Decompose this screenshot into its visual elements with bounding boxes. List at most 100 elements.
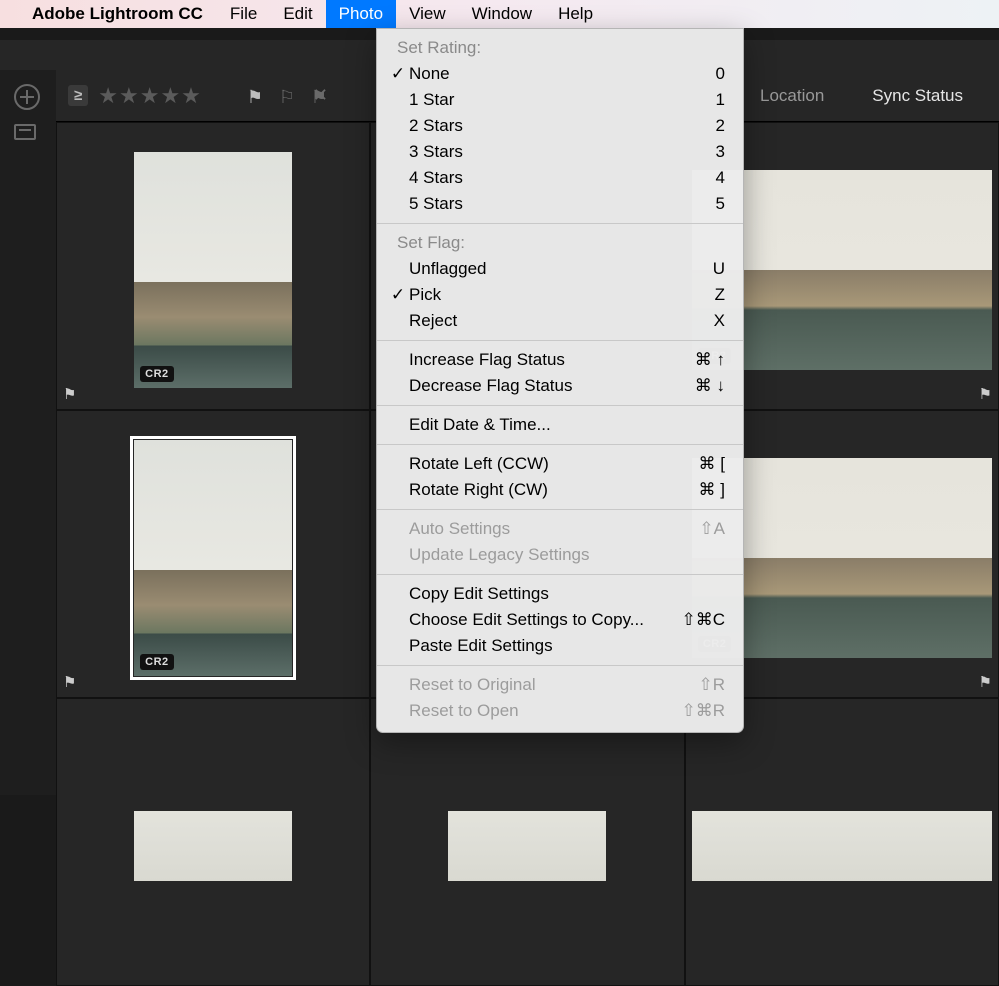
flag-filter-group: ⚑ ⚐ ⚑✕ — [247, 87, 333, 105]
add-photos-icon[interactable] — [14, 84, 40, 110]
menu-view[interactable]: View — [396, 0, 459, 28]
menu-item-label: Choose Edit Settings to Copy... — [409, 610, 681, 630]
menu-item-shortcut: ⇧R — [698, 675, 725, 695]
menu-item-shortcut: ⌘ ↑ — [695, 350, 725, 370]
menu-item-shortcut: 1 — [716, 90, 725, 110]
menu-file[interactable]: File — [217, 0, 270, 28]
menu-item-label: 2 Stars — [409, 116, 716, 136]
star-icon[interactable]: ★ — [140, 83, 160, 109]
menu-edit[interactable]: Edit — [270, 0, 325, 28]
menu-item-label: Paste Edit Settings — [409, 636, 725, 656]
menu-item-shortcut: 3 — [716, 142, 725, 162]
panels-icon[interactable] — [14, 124, 36, 140]
star-icon[interactable]: ★ — [181, 83, 201, 109]
menu-item-label: 4 Stars — [409, 168, 716, 188]
menu-item-label: Auto Settings — [409, 519, 699, 539]
menu-item-shortcut: ⇧A — [699, 519, 725, 539]
star-icon[interactable]: ★ — [160, 83, 180, 109]
menu-item-shortcut: 5 — [716, 194, 725, 214]
menu-item-shortcut: 4 — [716, 168, 725, 188]
menu-item[interactable]: 3 Stars3 — [377, 139, 743, 165]
menu-item: Reset to Open⇧⌘R — [377, 698, 743, 724]
menu-item[interactable]: UnflaggedU — [377, 256, 743, 282]
menu-item-label: Decrease Flag Status — [409, 376, 695, 396]
menu-item-label: None — [409, 64, 716, 84]
flag-pick-icon[interactable]: ⚑ — [247, 87, 269, 105]
tab-location[interactable]: Location — [736, 86, 848, 106]
menu-item-shortcut: 2 — [716, 116, 725, 136]
menu-item[interactable]: 2 Stars2 — [377, 113, 743, 139]
menu-section-header: Set Rating: — [377, 35, 743, 61]
menu-window[interactable]: Window — [459, 0, 545, 28]
file-type-badge: CR2 — [140, 654, 174, 670]
menu-item-shortcut: ⇧⌘C — [681, 610, 725, 630]
menu-item-label: Reset to Open — [409, 701, 681, 721]
menu-item[interactable]: Edit Date & Time... — [377, 412, 743, 438]
grid-cell[interactable]: CR2 ⚑ — [56, 410, 370, 698]
menu-item-shortcut: U — [713, 259, 725, 279]
flag-pick-icon: ⚑ — [63, 385, 76, 403]
menu-item[interactable]: Paste Edit Settings — [377, 633, 743, 659]
grid-cell[interactable] — [370, 698, 684, 986]
grid-cell[interactable] — [685, 698, 999, 986]
menu-item-label: Increase Flag Status — [409, 350, 695, 370]
menu-item[interactable]: 5 Stars5 — [377, 191, 743, 217]
star-icon[interactable]: ★ — [98, 83, 118, 109]
flag-pick-icon: ⚑ — [979, 673, 992, 691]
menu-item[interactable]: RejectX — [377, 308, 743, 334]
menu-item: Auto Settings⇧A — [377, 516, 743, 542]
thumbnail[interactable]: CR2 — [134, 152, 292, 388]
menu-item-label: Rotate Left (CCW) — [409, 454, 699, 474]
thumbnail[interactable] — [134, 811, 292, 881]
menu-section-header: Set Flag: — [377, 230, 743, 256]
menu-item-label: Update Legacy Settings — [409, 545, 725, 565]
menu-photo[interactable]: Photo — [326, 0, 396, 28]
menu-item-label: Rotate Right (CW) — [409, 480, 699, 500]
grid-cell[interactable] — [56, 698, 370, 986]
flag-pick-icon: ⚑ — [63, 673, 76, 691]
menu-item-label: 1 Star — [409, 90, 716, 110]
menu-item-shortcut: ⌘ ] — [699, 480, 725, 500]
menu-item-shortcut: X — [714, 311, 725, 331]
thumbnail-selected[interactable]: CR2 — [134, 440, 292, 676]
menu-item[interactable]: Rotate Left (CCW)⌘ [ — [377, 451, 743, 477]
thumbnail[interactable] — [692, 811, 992, 881]
menu-item-label: 5 Stars — [409, 194, 716, 214]
menu-item-label: Pick — [409, 285, 715, 305]
file-type-badge: CR2 — [140, 366, 174, 382]
menu-item-shortcut: ⌘ [ — [699, 454, 725, 474]
menu-item-label: Copy Edit Settings — [409, 584, 725, 604]
menu-item[interactable]: 1 Star1 — [377, 87, 743, 113]
menu-item-shortcut: Z — [715, 285, 725, 305]
mac-menubar: Adobe Lightroom CC File Edit Photo View … — [0, 0, 999, 28]
rating-filter-mode[interactable]: ≥ — [68, 85, 88, 106]
flag-reject-icon[interactable]: ⚑✕ — [311, 87, 333, 105]
photo-menu-dropdown: Set Rating:✓None01 Star12 Stars23 Stars3… — [376, 28, 744, 733]
star-icon[interactable]: ★ — [119, 83, 139, 109]
thumbnail[interactable] — [448, 811, 606, 881]
menu-item[interactable]: 4 Stars4 — [377, 165, 743, 191]
menu-item-label: Edit Date & Time... — [409, 415, 725, 435]
menu-item[interactable]: ✓None0 — [377, 61, 743, 87]
menu-help[interactable]: Help — [545, 0, 606, 28]
menu-item[interactable]: Copy Edit Settings — [377, 581, 743, 607]
menu-item-shortcut: 0 — [716, 64, 725, 84]
menu-item-label: Unflagged — [409, 259, 713, 279]
menu-item[interactable]: Increase Flag Status⌘ ↑ — [377, 347, 743, 373]
menu-item: Update Legacy Settings — [377, 542, 743, 568]
flag-pick-icon: ⚑ — [979, 385, 992, 403]
menu-item-label: 3 Stars — [409, 142, 716, 162]
app-name: Adobe Lightroom CC — [32, 4, 203, 24]
flag-unflagged-icon[interactable]: ⚐ — [279, 87, 301, 105]
grid-cell[interactable]: CR2 ⚑ — [56, 122, 370, 410]
menu-item[interactable]: Rotate Right (CW)⌘ ] — [377, 477, 743, 503]
menu-item[interactable]: Decrease Flag Status⌘ ↓ — [377, 373, 743, 399]
tab-sync-status[interactable]: Sync Status — [848, 86, 987, 106]
rating-filter-stars[interactable]: ★ ★ ★ ★ ★ — [98, 83, 201, 109]
menu-item[interactable]: Choose Edit Settings to Copy...⇧⌘C — [377, 607, 743, 633]
menu-item[interactable]: ✓PickZ — [377, 282, 743, 308]
menu-item-shortcut: ⇧⌘R — [681, 701, 725, 721]
menu-item: Reset to Original⇧R — [377, 672, 743, 698]
checkmark-icon: ✓ — [387, 64, 409, 84]
checkmark-icon: ✓ — [387, 285, 409, 305]
